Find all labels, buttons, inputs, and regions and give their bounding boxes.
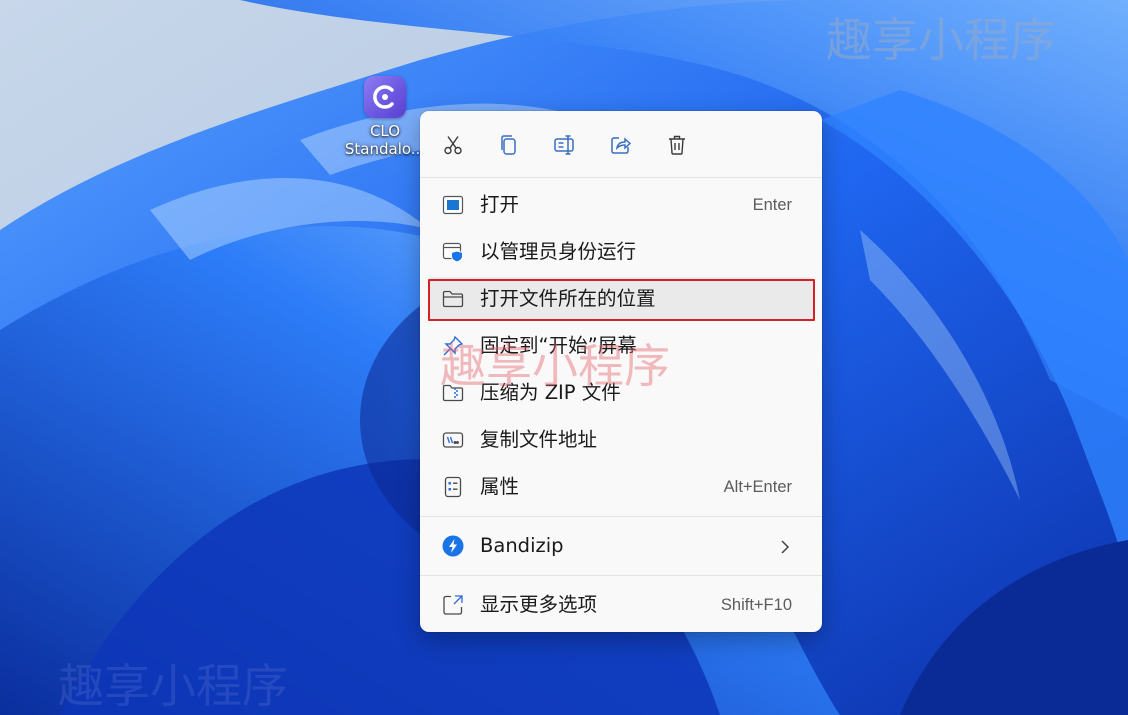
menu-item-open[interactable]: 打开 Enter <box>428 183 814 227</box>
menu-separator <box>420 177 822 178</box>
shortcut-label: CLO Standalo... <box>345 122 425 158</box>
bandizip-icon <box>442 535 464 557</box>
menu-separator <box>420 575 822 576</box>
copy-button[interactable] <box>492 128 526 162</box>
share-button[interactable] <box>604 128 638 162</box>
context-menu: 打开 Enter 以管理员身份运行 打开文件所在的位置 固定到“开始”屏幕 压缩… <box>420 111 822 632</box>
menu-item-label: 压缩为 ZIP 文件 <box>480 381 621 404</box>
menu-item-show-more-options[interactable]: 显示更多选项 Shift+F10 <box>428 583 814 627</box>
shortcut-label-line2: Standalo... <box>344 140 426 158</box>
share-icon <box>611 137 632 154</box>
menu-item-shortcut: Shift+F10 <box>720 596 792 614</box>
properties-icon <box>442 476 464 498</box>
cut-icon <box>444 136 462 155</box>
menu-item-pin-to-start[interactable]: 固定到“开始”屏幕 <box>428 324 814 368</box>
menu-item-label: 属性 <box>480 475 520 498</box>
menu-item-properties[interactable]: 属性 Alt+Enter <box>428 465 814 509</box>
run-as-admin-icon <box>442 241 464 263</box>
menu-item-compress-zip[interactable]: 压缩为 ZIP 文件 <box>428 371 814 415</box>
menu-item-copy-path[interactable]: 复制文件地址 <box>428 418 814 462</box>
delete-button[interactable] <box>660 128 694 162</box>
zip-folder-icon <box>442 382 464 404</box>
highlight-annotation-box <box>428 279 815 321</box>
pin-icon <box>442 335 464 357</box>
rename-button[interactable] <box>548 128 582 162</box>
menu-item-run-as-admin[interactable]: 以管理员身份运行 <box>428 230 814 274</box>
more-options-icon <box>442 594 464 616</box>
copy-path-icon <box>442 429 464 451</box>
cut-button[interactable] <box>436 128 470 162</box>
delete-icon <box>669 135 685 155</box>
desktop-shortcut-clo[interactable]: CLO Standalo... <box>338 76 432 158</box>
menu-item-shortcut: Enter <box>752 196 792 214</box>
menu-separator <box>420 516 822 517</box>
menu-item-label: 打开 <box>480 193 520 216</box>
menu-item-label: 复制文件地址 <box>480 428 598 451</box>
clo-app-icon <box>364 76 406 118</box>
open-icon <box>442 194 464 216</box>
menu-item-shortcut: Alt+Enter <box>723 478 792 496</box>
menu-item-label: 以管理员身份运行 <box>480 240 637 263</box>
copy-icon <box>501 135 516 155</box>
chevron-right-icon <box>780 524 790 568</box>
menu-item-label: 显示更多选项 <box>480 593 598 616</box>
menu-item-bandizip[interactable]: Bandizip <box>428 524 814 568</box>
shortcut-label-line1: CLO <box>369 122 401 140</box>
quick-action-bar <box>420 111 822 177</box>
menu-item-label: 固定到“开始”屏幕 <box>480 334 637 357</box>
rename-icon <box>554 135 574 155</box>
menu-item-label: Bandizip <box>480 534 564 557</box>
